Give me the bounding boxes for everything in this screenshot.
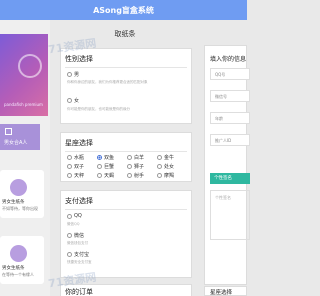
- payment-note: 微信QQ: [67, 222, 80, 226]
- payment-note: 微信钱包支付: [67, 241, 88, 245]
- zodiac-option[interactable]: 天秤: [67, 172, 84, 179]
- right-bottom-title: 星座选择: [210, 290, 233, 296]
- payment-section: 支付选择 QQ 微信QQ 微信 微信钱包支付 支付宝 快捷安全支付宝: [60, 190, 192, 278]
- info-form-panel: 填入你的信息 QQ号 微信号 年龄 推广人ID 个性签名 个性签名: [204, 45, 250, 285]
- payment-option-wechat[interactable]: 微信: [67, 232, 84, 239]
- qq-field[interactable]: QQ号: [210, 68, 250, 80]
- right-bottom-panel: 星座选择: [204, 286, 247, 296]
- zodiac-option[interactable]: 处女: [157, 163, 174, 170]
- zodiac-option[interactable]: 巨蟹: [97, 163, 114, 170]
- avatar: [10, 245, 27, 262]
- age-field[interactable]: 年龄: [210, 112, 250, 124]
- radio-icon[interactable]: [67, 72, 72, 77]
- note-card-desc: 在等待一个有缘人: [2, 272, 34, 277]
- payment-title: 支付选择: [65, 197, 93, 205]
- zodiac-option[interactable]: 白羊: [127, 154, 144, 161]
- category-tag[interactable]: 男女合A人: [0, 124, 40, 150]
- gender-note: 你和你身边的朋友，我们为你推荐更合适的匹配对象: [67, 80, 148, 84]
- signature-label-button[interactable]: 个性签名: [210, 173, 250, 184]
- radio-selected-icon: [97, 155, 102, 160]
- square-icon: [5, 128, 12, 135]
- note-card-1[interactable]: 男女生纸条 不如等待，等你出现: [0, 170, 44, 218]
- payment-option-alipay[interactable]: 支付宝: [67, 251, 89, 258]
- avatar-ring-icon: [18, 54, 42, 78]
- payment-note: 快捷安全支付宝: [67, 260, 92, 264]
- profile-subtitle: pandafish premium: [4, 102, 43, 107]
- divider: [65, 67, 187, 68]
- signature-textarea[interactable]: 个性签名: [210, 190, 250, 240]
- zodiac-option[interactable]: 摩羯: [157, 172, 174, 179]
- zodiac-option[interactable]: 水瓶: [67, 154, 84, 161]
- divider: [65, 151, 187, 152]
- radio-icon: [67, 252, 72, 257]
- radio-icon: [67, 233, 72, 238]
- referrer-field[interactable]: 推广人ID: [210, 134, 250, 146]
- gender-option-male[interactable]: 男: [67, 71, 79, 78]
- zodiac-section: 星座选择 水瓶 双鱼 白羊 金牛 双子 巨蟹 狮子 处女 天秤 天蝎 射手 摩羯: [60, 132, 192, 182]
- app-title: ASong盲盒系统: [93, 6, 154, 15]
- zodiac-option[interactable]: 金牛: [157, 154, 174, 161]
- profile-banner[interactable]: pandafish premium: [0, 34, 48, 116]
- gender-note: 你可能是你的朋友，也可能就是你的缘分: [67, 107, 130, 111]
- zodiac-option[interactable]: 射手: [127, 172, 144, 179]
- note-card-title: 男女生纸条: [2, 266, 25, 271]
- zodiac-option[interactable]: 天蝎: [97, 172, 114, 179]
- left-panel: pandafish premium 男女合A人 男女生纸条 不如等待，等你出现 …: [0, 20, 50, 296]
- note-card-2[interactable]: 男女生纸条 在等待一个有缘人: [0, 236, 44, 284]
- zodiac-option[interactable]: 双鱼: [97, 154, 114, 161]
- gender-section: 性别选择 男 你和你身边的朋友，我们为你推荐更合适的匹配对象 女 你可能是你的朋…: [60, 48, 192, 124]
- top-bar: ASong盲盒系统: [0, 0, 247, 20]
- payment-option-qq[interactable]: QQ: [67, 213, 82, 220]
- avatar: [10, 179, 27, 196]
- gender-title: 性别选择: [65, 55, 93, 63]
- category-tag-label: 男女合A人: [4, 140, 28, 146]
- wechat-field[interactable]: 微信号: [210, 90, 250, 102]
- gender-option-female[interactable]: 女: [67, 97, 79, 104]
- zodiac-title: 星座选择: [65, 139, 93, 147]
- divider: [65, 209, 187, 210]
- radio-icon: [67, 213, 72, 219]
- zodiac-option[interactable]: 狮子: [127, 163, 144, 170]
- form-title: 填入你的信息: [210, 56, 247, 63]
- note-card-title: 男女生纸条: [2, 200, 25, 205]
- zodiac-option[interactable]: 双子: [67, 163, 84, 170]
- radio-icon[interactable]: [67, 98, 72, 103]
- note-card-desc: 不如等待，等你出现: [2, 206, 38, 211]
